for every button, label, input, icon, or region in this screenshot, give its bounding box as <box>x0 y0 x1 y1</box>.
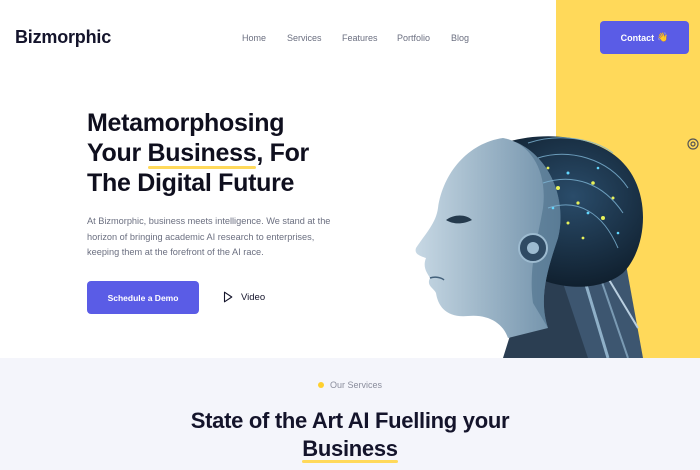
services-title: State of the Art AI Fuelling your Busine… <box>0 407 700 463</box>
play-icon <box>223 291 233 303</box>
video-link[interactable]: Video <box>223 291 265 303</box>
logo[interactable]: Bizmorphic <box>15 27 111 48</box>
schedule-demo-button[interactable]: Schedule a Demo <box>87 281 199 314</box>
page: Bizmorphic Home Services Features Portfo… <box>0 0 700 470</box>
contact-button[interactable]: Contact 👋 <box>600 21 689 54</box>
hero-title-line2-pre: Your <box>87 139 148 167</box>
waving-hand-icon: 👋 <box>657 32 669 42</box>
services-tag: Our Services <box>0 380 700 390</box>
video-label: Video <box>241 291 266 303</box>
settings-gear-icon[interactable] <box>686 137 700 151</box>
hero-description: At Bizmorphic, business meets intelligen… <box>87 216 331 258</box>
ai-robot-illustration <box>415 136 643 358</box>
services-title-highlight: Business <box>302 436 399 463</box>
yellow-dot-icon <box>317 382 324 388</box>
services-title-line1: State of the Art AI Fuelling your <box>190 408 510 433</box>
hero-title-highlight: Business <box>147 139 257 169</box>
hero-title-line2-post: , For <box>256 139 309 167</box>
services-section: Our Services State of the Art AI Fuellin… <box>0 358 700 470</box>
nav-features[interactable]: Features <box>342 33 378 43</box>
nav-portfolio[interactable]: Portfolio <box>397 33 430 43</box>
hero-title: Metamorphosing Your Business, For The Di… <box>87 108 347 198</box>
nav-blog[interactable]: Blog <box>451 33 469 43</box>
hero-title-line3: The Digital Future <box>87 169 295 197</box>
contact-label: Contact <box>620 32 655 43</box>
services-tag-label: Our Services <box>329 380 382 390</box>
nav-services[interactable]: Services <box>287 33 322 43</box>
nav-home[interactable]: Home <box>242 33 266 43</box>
hero-title-line1: Metamorphosing <box>87 109 285 137</box>
